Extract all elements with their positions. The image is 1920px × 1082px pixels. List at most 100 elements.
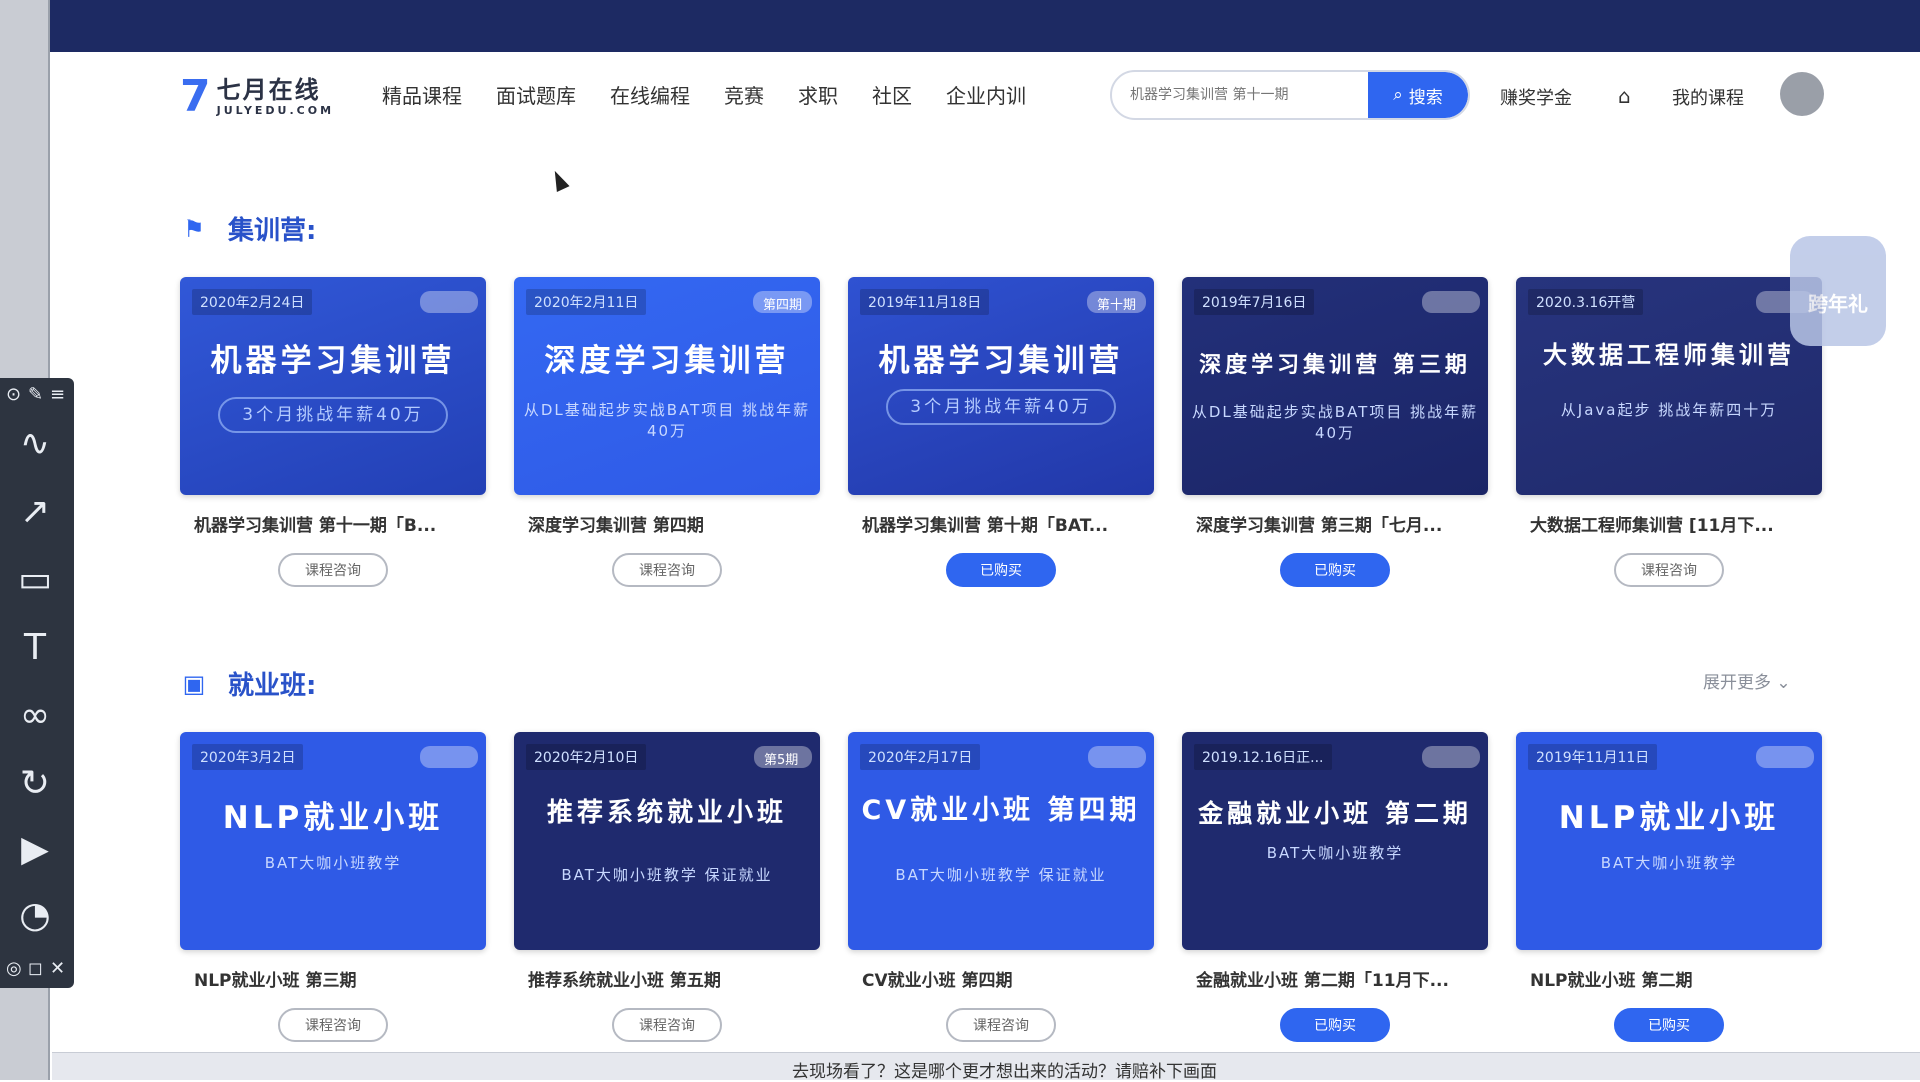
course-banner-slogan: BAT大咖小班教学	[1600, 854, 1738, 872]
course-banner[interactable]: 2019.12.16日正... 金融就业小班 第二期 BAT大咖小班教学	[1182, 732, 1488, 950]
course-banner-slogan: 从DL基础起步实战BAT项目 挑战年薪40万	[1191, 403, 1479, 442]
mouse-cursor	[548, 167, 570, 193]
search-button[interactable]: ⌕ 搜索	[1368, 72, 1468, 118]
play-icon[interactable]: ▶	[10, 824, 60, 874]
camera-mini-icon[interactable]: ◎	[6, 958, 22, 979]
course-banner[interactable]: 2019年7月16日 深度学习集训营 第三期 从DL基础起步实战BAT项目 挑战年薪…	[1182, 277, 1488, 495]
course-banner[interactable]: 2020年2月11日 第四期 深度学习集训营 从DL基础起步实战BAT项目 挑战年薪4…	[514, 277, 820, 495]
nav-link-coding[interactable]: 在线编程	[610, 80, 690, 109]
annotation-tool-panel: ⊙ ✎ ≡ ∿ ↗ ▭ T ∞ ↻ ▶ ◔ ◎ ◻ ✕	[0, 378, 74, 988]
logo-text: 七月在线 JULYEDU.COM	[217, 78, 334, 117]
course-banner-slogan: 从DL基础起步实战BAT项目 挑战年薪40万	[523, 401, 811, 440]
site-logo[interactable]: 7 七月在线 JULYEDU.COM	[180, 74, 334, 120]
nav-link-courses[interactable]: 精品课程	[382, 80, 462, 109]
square-mini-icon[interactable]: ◻	[28, 958, 43, 979]
course-badge: 第四期	[752, 291, 812, 313]
course-date: 2019.12.16日正...	[1194, 744, 1332, 770]
course-date: 2020.3.16开营	[1528, 289, 1644, 315]
course-date: 2019年7月16日	[1194, 289, 1315, 315]
course-title[interactable]: 深度学习集训营 第四期	[528, 511, 818, 536]
blur-icon[interactable]: ∞	[10, 690, 60, 740]
my-courses-link[interactable]: 我的课程	[1672, 84, 1744, 110]
consult-button[interactable]: 课程咨询	[946, 1008, 1056, 1042]
close-icon[interactable]: ✕	[50, 958, 65, 979]
course-banner-slogan: 3个月挑战年薪40万	[218, 397, 448, 433]
promo-badge-text: 跨年礼	[1808, 292, 1868, 316]
menu-mini-icon[interactable]: ≡	[50, 384, 65, 405]
nav-link-community[interactable]: 社区	[872, 80, 912, 109]
course-title[interactable]: CV就业小班 第四期	[862, 966, 1152, 991]
course-title[interactable]: 深度学习集训营 第三期「七月...	[1196, 511, 1486, 536]
course-banner-title: NLP就业小班	[222, 800, 444, 836]
expand-more-link[interactable]: 展开更多 ⌄	[1703, 668, 1791, 693]
course-banner[interactable]: 2019年11月18日 第十期 机器学习集训营 3个月挑战年薪40万	[848, 277, 1154, 495]
arrow-icon[interactable]: ↗	[10, 486, 60, 536]
scholarship-link[interactable]: 赚奖学金	[1500, 84, 1572, 110]
avatar[interactable]	[1780, 72, 1824, 116]
course-banner[interactable]: 2020年2月24日 机器学习集训营 3个月挑战年薪40万	[180, 277, 486, 495]
course-title[interactable]: 金融就业小班 第二期「11月下...	[1196, 966, 1486, 991]
consult-button[interactable]: 课程咨询	[278, 1008, 388, 1042]
course-banner[interactable]: 2020年3月2日 NLP就业小班 BAT大咖小班教学	[180, 732, 486, 950]
browser-topbar	[0, 0, 1920, 52]
course-banner-title: 金融就业小班 第二期	[1198, 799, 1472, 828]
course-date: 2020年2月17日	[860, 744, 981, 770]
course-banner-slogan: 从Java起步 挑战年薪四十万	[1560, 401, 1778, 419]
search-input[interactable]	[1130, 72, 1360, 118]
course-banner-title: 推荐系统就业小班	[546, 798, 787, 828]
course-badge	[1422, 746, 1480, 768]
course-banner-slogan: BAT大咖小班教学	[1266, 844, 1404, 862]
course-banner-title: CV就业小班 第四期	[861, 795, 1141, 826]
course-title[interactable]: 机器学习集训营 第十期「BAT...	[862, 511, 1152, 536]
course-title[interactable]: 大数据工程师集训营 [11月下...	[1530, 511, 1820, 536]
course-banner-slogan: BAT大咖小班教学	[264, 854, 402, 872]
course-title[interactable]: NLP就业小班 第二期	[1530, 966, 1820, 991]
consult-button[interactable]: 课程咨询	[1614, 553, 1724, 587]
rotate-icon[interactable]: ↻	[10, 758, 60, 808]
nav-link-interview[interactable]: 面试题库	[496, 80, 576, 109]
course-badge	[420, 746, 478, 768]
chevron-down-icon: ⌄	[1776, 673, 1791, 693]
purchased-button[interactable]: 已购买	[1280, 553, 1390, 587]
purchased-button[interactable]: 已购买	[1614, 1008, 1724, 1042]
course-badge	[1422, 291, 1480, 313]
course-title[interactable]: 推荐系统就业小班 第五期	[528, 966, 818, 991]
purchased-button[interactable]: 已购买	[946, 553, 1056, 587]
text-icon[interactable]: T	[10, 622, 60, 672]
cart-icon[interactable]: ⌂	[1618, 84, 1631, 108]
freehand-icon[interactable]: ∿	[10, 418, 60, 468]
timer-icon[interactable]: ◔	[10, 890, 60, 940]
site-header: 7 七月在线 JULYEDU.COM 精品课程 面试题库 在线编程 竞赛 求职 …	[52, 52, 1920, 140]
main-nav: 精品课程 面试题库 在线编程 竞赛 求职 社区 企业内训	[382, 80, 1060, 109]
consult-button[interactable]: 课程咨询	[612, 1008, 722, 1042]
course-badge	[1088, 746, 1146, 768]
course-banner[interactable]: 2019年11月11日 NLP就业小班 BAT大咖小班教学	[1516, 732, 1822, 950]
nav-link-enterprise[interactable]: 企业内训	[946, 80, 1026, 109]
promo-float-badge[interactable]: 跨年礼	[1790, 236, 1886, 346]
course-banner-title: NLP就业小班	[1558, 800, 1780, 836]
rectangle-icon[interactable]: ▭	[10, 554, 60, 604]
jobs-section-title: ▣ 就业班:	[180, 665, 317, 702]
course-banner[interactable]: 2020年2月10日 第5期 推荐系统就业小班 BAT大咖小班教学 保证就业	[514, 732, 820, 950]
search-box: ⌕ 搜索	[1110, 70, 1470, 120]
course-title[interactable]: NLP就业小班 第三期	[194, 966, 484, 991]
jobs-title-text: 就业班:	[228, 671, 317, 701]
course-banner-slogan: BAT大咖小班教学 保证就业	[895, 866, 1107, 884]
course-banner-title: 大数据工程师集训营	[1543, 341, 1795, 369]
course-date: 2020年2月11日	[526, 289, 647, 315]
consult-button[interactable]: 课程咨询	[278, 553, 388, 587]
course-badge: 第5期	[754, 746, 812, 768]
nav-link-competition[interactable]: 竞赛	[724, 80, 764, 109]
course-banner-title: 机器学习集训营	[878, 343, 1124, 379]
subtitle-bar: 去现场看了？这是哪个更才想出来的活动？请赔补下画面	[52, 1052, 1920, 1082]
pen-mini-icon[interactable]: ✎	[28, 384, 43, 405]
course-date: 2019年11月11日	[1528, 744, 1658, 770]
course-banner[interactable]: 2020.3.16开营大数据工程师集训营从Java起步 挑战年薪四十万	[1516, 277, 1822, 495]
settings-mini-icon[interactable]: ⊙	[6, 384, 21, 405]
purchased-button[interactable]: 已购买	[1280, 1008, 1390, 1042]
consult-button[interactable]: 课程咨询	[612, 553, 722, 587]
course-banner[interactable]: 2020年2月17日 CV就业小班 第四期 BAT大咖小班教学 保证就业	[848, 732, 1154, 950]
flag-icon: ⚑	[183, 214, 205, 243]
course-title[interactable]: 机器学习集训营 第十一期「B...	[194, 511, 484, 536]
nav-link-jobs[interactable]: 求职	[798, 80, 838, 109]
